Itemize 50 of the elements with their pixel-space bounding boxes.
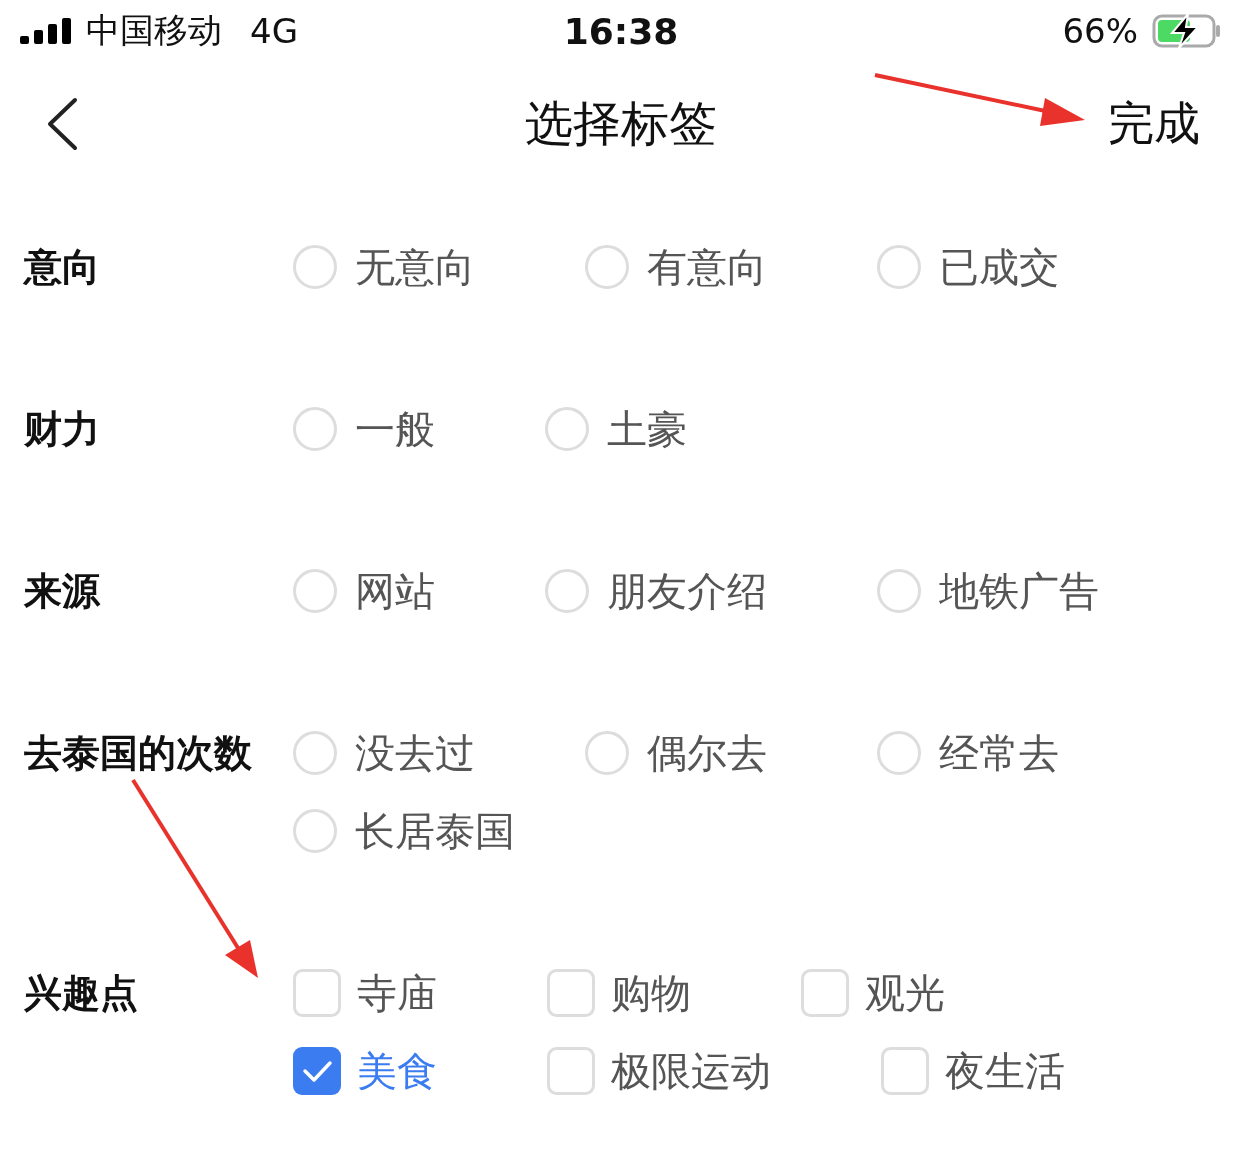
option-label[interactable]: 已成交 <box>939 239 1059 295</box>
radio-button[interactable] <box>293 407 337 451</box>
option-label[interactable]: 地铁广告 <box>939 563 1099 619</box>
group-label: 兴趣点 <box>24 970 139 1017</box>
option-label[interactable]: 夜生活 <box>945 1043 1065 1099</box>
checkbox[interactable] <box>881 1047 929 1095</box>
radio-button[interactable] <box>545 407 589 451</box>
option-label[interactable]: 观光 <box>865 965 945 1021</box>
option-label[interactable]: 偶尔去 <box>647 725 767 781</box>
radio-button[interactable] <box>293 245 337 289</box>
option-label[interactable]: 极限运动 <box>611 1043 771 1099</box>
option-label[interactable]: 无意向 <box>355 239 475 295</box>
radio-button[interactable] <box>877 569 921 613</box>
group-label: 财力 <box>24 406 101 453</box>
done-button[interactable]: 完成 <box>1108 93 1200 155</box>
checkbox[interactable] <box>293 1047 341 1095</box>
option-label[interactable]: 没去过 <box>355 725 475 781</box>
checkbox[interactable] <box>801 969 849 1017</box>
option-label[interactable]: 一般 <box>355 401 435 457</box>
radio-button[interactable] <box>293 569 337 613</box>
option-label[interactable]: 网站 <box>355 563 435 619</box>
radio-button[interactable] <box>877 245 921 289</box>
battery-charging-icon <box>1152 13 1222 49</box>
checkbox[interactable] <box>547 1047 595 1095</box>
option-label[interactable]: 购物 <box>611 965 691 1021</box>
option-label[interactable]: 长居泰国 <box>355 803 515 859</box>
network-type: 4G <box>250 11 298 51</box>
option-label[interactable]: 经常去 <box>939 725 1059 781</box>
battery-percent: 66% <box>1062 11 1138 51</box>
clock: 16:38 <box>563 10 679 52</box>
option-label[interactable]: 寺庙 <box>357 965 437 1021</box>
back-icon[interactable] <box>46 97 78 151</box>
radio-button[interactable] <box>585 245 629 289</box>
checkbox[interactable] <box>293 969 341 1017</box>
signal-icon <box>20 18 72 44</box>
option-label[interactable]: 美食 <box>357 1043 437 1099</box>
option-label[interactable]: 朋友介绍 <box>607 563 767 619</box>
option-label[interactable]: 有意向 <box>647 239 767 295</box>
radio-button[interactable] <box>293 731 337 775</box>
group-label: 意向 <box>24 244 101 291</box>
radio-button[interactable] <box>877 731 921 775</box>
checkbox[interactable] <box>547 969 595 1017</box>
radio-button[interactable] <box>585 731 629 775</box>
carrier-name: 中国移动 <box>86 9 222 52</box>
option-label[interactable]: 土豪 <box>607 401 687 457</box>
group-label: 来源 <box>24 568 102 615</box>
radio-button[interactable] <box>545 569 589 613</box>
group-label: 去泰国的次数 <box>24 730 253 777</box>
page-title: 选择标签 <box>525 94 717 153</box>
radio-button[interactable] <box>293 809 337 853</box>
